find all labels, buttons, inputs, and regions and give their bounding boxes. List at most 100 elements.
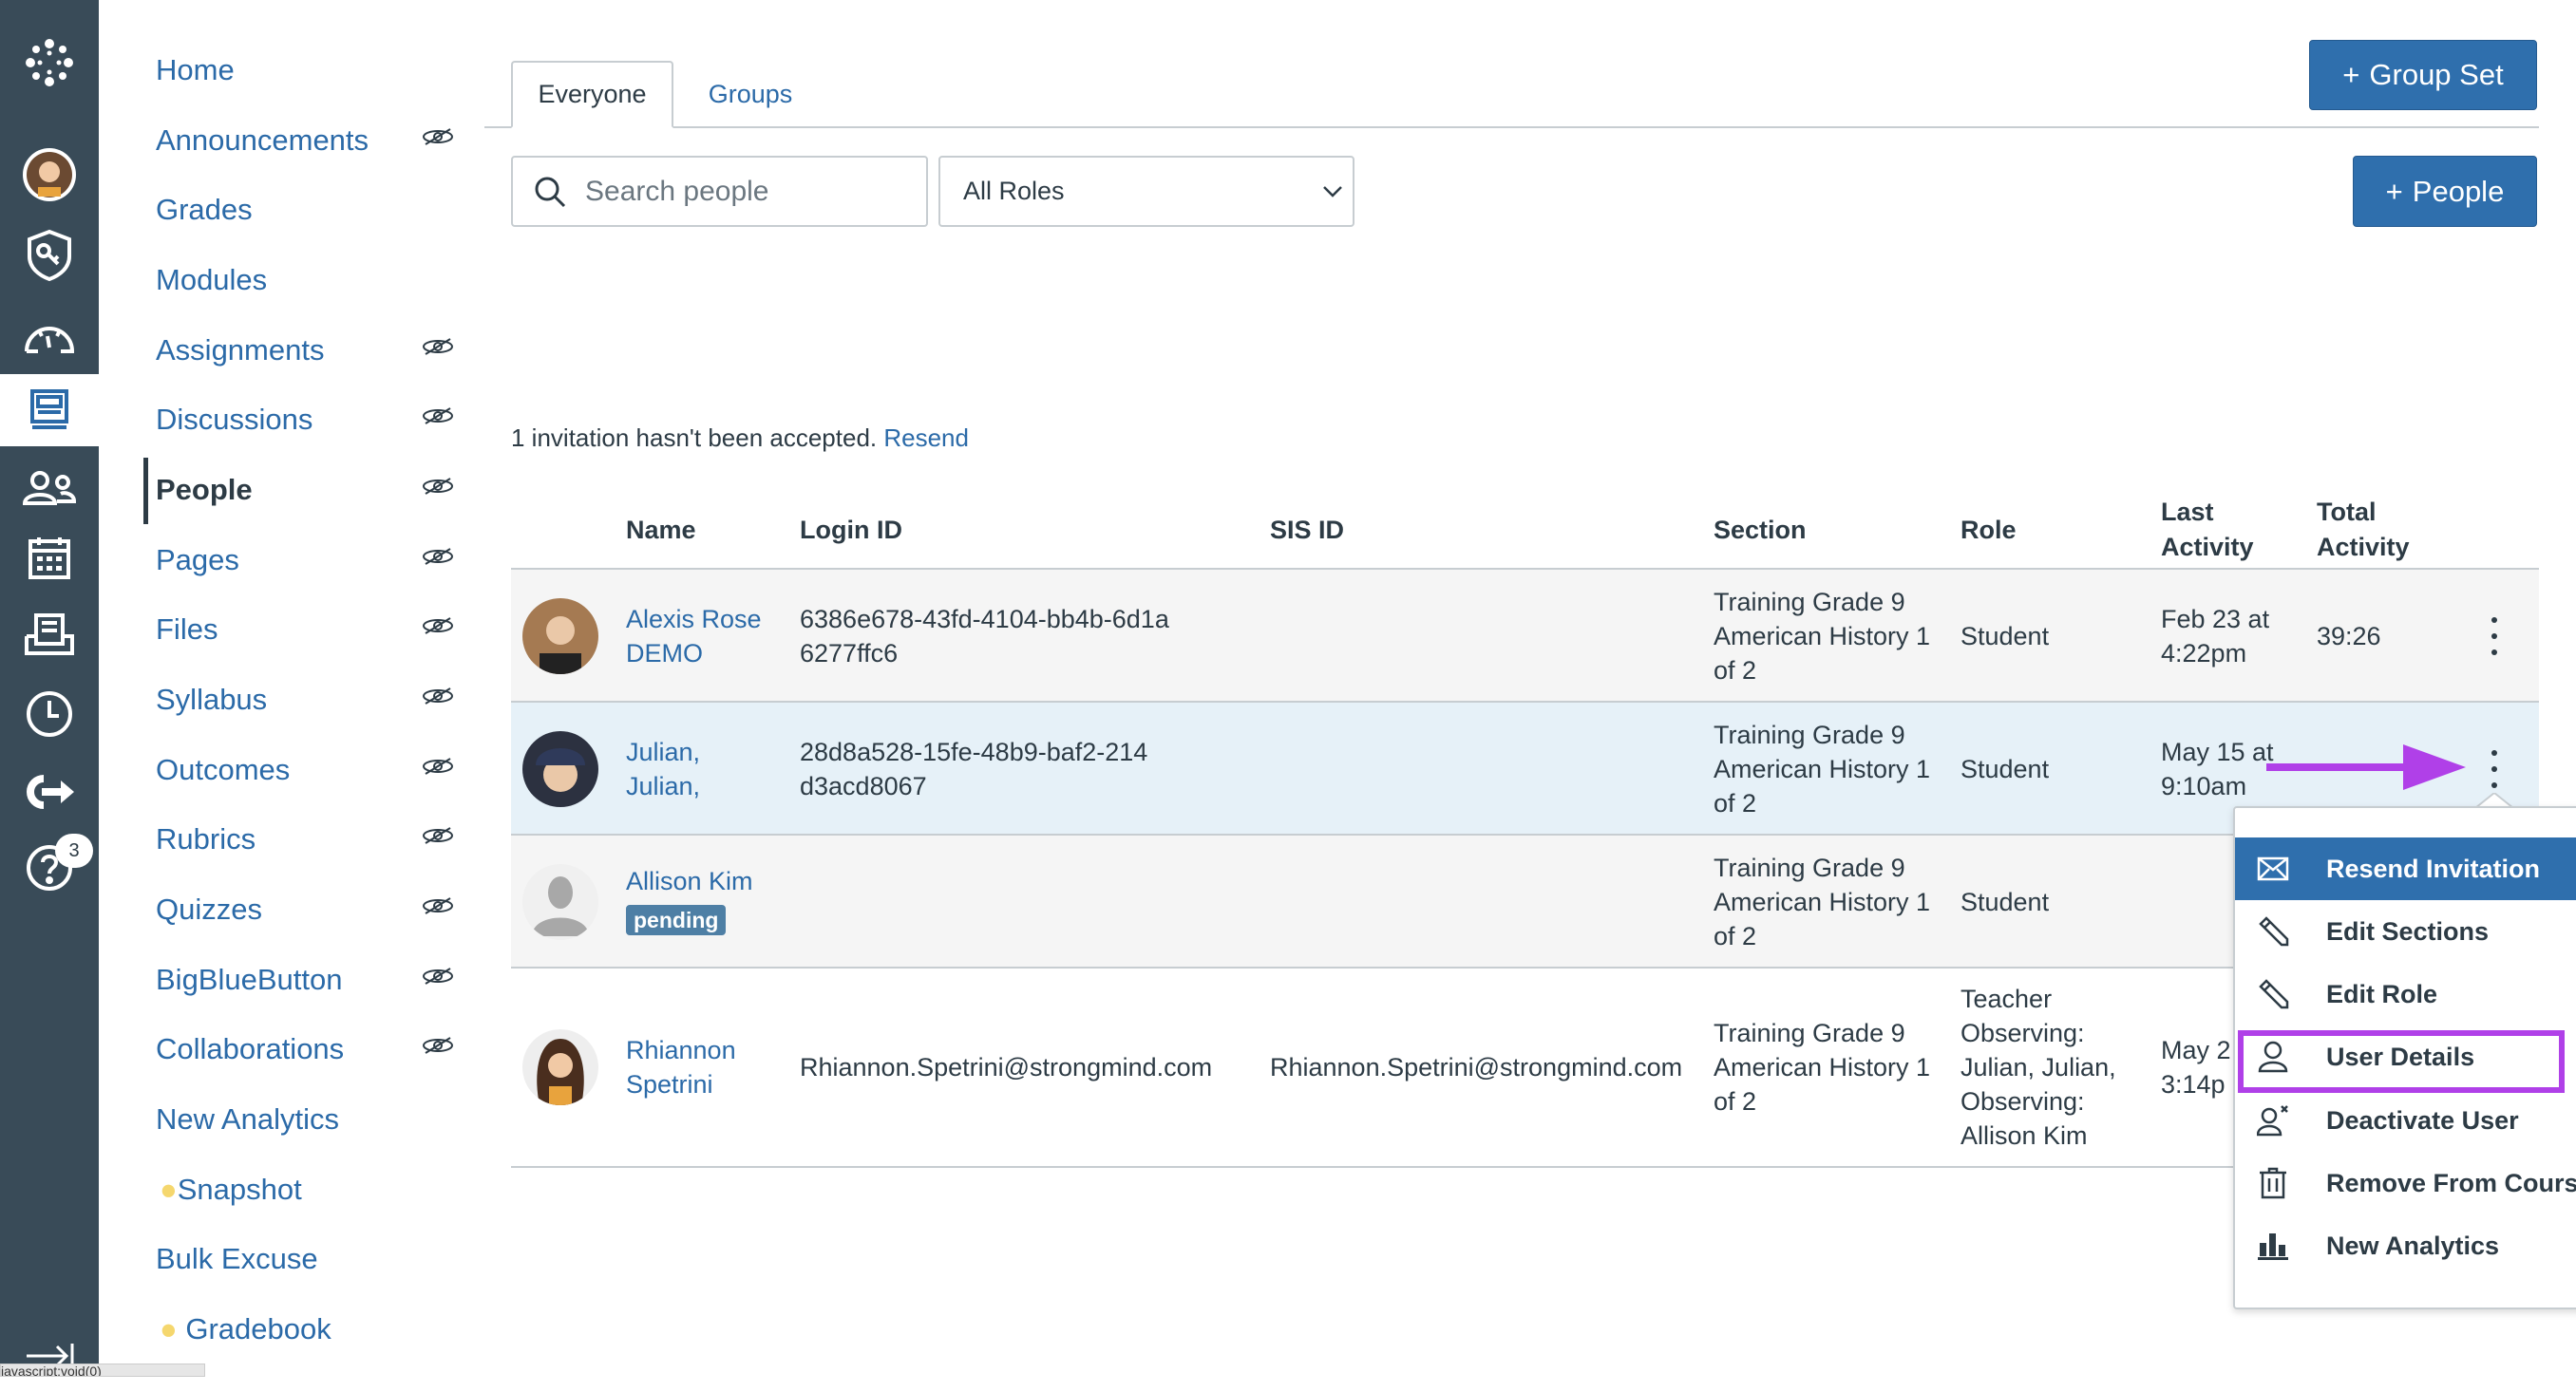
groups-icon[interactable] bbox=[0, 452, 99, 524]
lightbulb-icon: ● bbox=[160, 1312, 186, 1345]
lightbulb-icon: ● bbox=[160, 1173, 178, 1206]
course-nav-modules[interactable]: Modules bbox=[156, 263, 267, 297]
user-name-link[interactable]: Alexis Rose DEMO bbox=[626, 602, 768, 670]
course-nav-grades[interactable]: Grades bbox=[156, 193, 253, 227]
menu-item-edit-sections[interactable]: Edit Sections bbox=[2235, 900, 2576, 963]
tab-groups[interactable]: Groups bbox=[693, 61, 807, 128]
menu-item-new-analytics[interactable]: New Analytics bbox=[2235, 1214, 2576, 1277]
plus-icon: + bbox=[2342, 58, 2360, 91]
row-options-kebab[interactable] bbox=[2487, 617, 2502, 655]
table-row: Alexis Rose DEMO 6386e678-43fd-4104-bb4b… bbox=[511, 570, 2539, 703]
section: Training Grade 9 American History 1 of 2 bbox=[1714, 588, 1931, 685]
col-total-activity[interactable]: Total Activity bbox=[2317, 495, 2431, 565]
last-activity: May 2 3:14p bbox=[2161, 1036, 2231, 1099]
role: Student bbox=[1960, 755, 2050, 783]
hidden-eye-icon bbox=[423, 548, 453, 565]
add-people-button[interactable]: + People bbox=[2353, 156, 2537, 227]
role: Student bbox=[1960, 622, 2050, 650]
user-name-link[interactable]: Julian, Julian, bbox=[626, 735, 721, 803]
hidden-eye-icon bbox=[423, 897, 453, 914]
section: Training Grade 9 American History 1 of 2 bbox=[1714, 721, 1931, 818]
course-nav-discussions[interactable]: Discussions bbox=[156, 403, 313, 437]
course-nav-home[interactable]: Home bbox=[156, 53, 235, 87]
user-name-link[interactable]: Allison Kim bbox=[626, 864, 753, 898]
course-nav-gradebook[interactable]: ● Gradebook bbox=[160, 1312, 331, 1346]
course-nav-syllabus[interactable]: Syllabus bbox=[156, 683, 267, 717]
col-role[interactable]: Role bbox=[1960, 513, 2017, 548]
search-icon bbox=[535, 177, 566, 207]
col-last-activity[interactable]: Last Activity bbox=[2161, 495, 2275, 565]
menu-item-resend-invitation[interactable]: Resend Invitation bbox=[2235, 837, 2576, 900]
role: Teacher Observing: Julian, Julian, Obser… bbox=[1960, 985, 2116, 1150]
course-nav-bigbluebutton[interactable]: BigBlueButton bbox=[156, 963, 342, 997]
login-id: 28d8a528-15fe-48b9-baf2-214d3acd8067 bbox=[800, 738, 1148, 800]
section: Training Grade 9 American History 1 of 2 bbox=[1714, 1019, 1931, 1116]
course-nav-new-analytics[interactable]: New Analytics bbox=[156, 1102, 339, 1137]
row-options-kebab[interactable] bbox=[2487, 750, 2502, 788]
course-nav-rubrics[interactable]: Rubrics bbox=[156, 822, 256, 856]
role: Student bbox=[1960, 888, 2050, 916]
course-nav-bulk-excuse[interactable]: Bulk Excuse bbox=[156, 1242, 318, 1276]
login-id: 6386e678-43fd-4104-bb4b-6d1a6277ffc6 bbox=[800, 605, 1169, 668]
add-group-set-button[interactable]: + Group Set bbox=[2309, 40, 2537, 110]
avatar[interactable] bbox=[522, 731, 598, 807]
search-input[interactable]: Search people bbox=[585, 176, 768, 208]
resend-link[interactable]: Resend bbox=[883, 423, 969, 452]
chevron-down-icon bbox=[1323, 185, 1342, 198]
course-nav-files[interactable]: Files bbox=[156, 612, 218, 647]
hidden-eye-icon bbox=[423, 687, 453, 705]
col-sis-id[interactable]: SIS ID bbox=[1270, 513, 1344, 548]
history-icon[interactable] bbox=[0, 678, 99, 750]
login-id: Rhiannon.Spetrini@strongmind.com bbox=[800, 1053, 1213, 1082]
hidden-eye-icon bbox=[423, 478, 453, 495]
course-nav-quizzes[interactable]: Quizzes bbox=[156, 893, 262, 927]
commons-icon[interactable] bbox=[0, 756, 99, 828]
admin-icon[interactable] bbox=[0, 218, 99, 291]
collapse-nav-icon[interactable] bbox=[0, 1320, 99, 1392]
section: Training Grade 9 American History 1 of 2 bbox=[1714, 854, 1931, 950]
pending-badge: pending bbox=[626, 902, 727, 936]
hidden-eye-icon bbox=[423, 617, 453, 634]
sis-id: Rhiannon.Spetrini@strongmind.com bbox=[1270, 1053, 1683, 1082]
last-activity: Feb 23 at 4:22pm bbox=[2161, 605, 2270, 668]
user-name-link[interactable]: Rhiannon Spetrini bbox=[626, 1033, 768, 1101]
avatar[interactable] bbox=[522, 1029, 598, 1105]
active-indicator bbox=[143, 458, 148, 524]
envelope-icon bbox=[2257, 856, 2289, 881]
menu-item-deactivate-user[interactable]: Deactivate User bbox=[2235, 1089, 2576, 1152]
course-nav-pages[interactable]: Pages bbox=[156, 543, 239, 577]
annotation-arrow-icon bbox=[2266, 744, 2466, 790]
user-x-icon bbox=[2257, 1105, 2288, 1137]
menu-item-remove-from-course[interactable]: Remove From Course bbox=[2235, 1152, 2576, 1214]
hidden-eye-icon bbox=[423, 407, 453, 424]
help-badge: 3 bbox=[55, 834, 93, 868]
avatar[interactable] bbox=[522, 864, 598, 940]
hidden-eye-icon bbox=[423, 338, 453, 355]
col-section[interactable]: Section bbox=[1714, 513, 1807, 548]
course-nav-people[interactable]: People bbox=[156, 473, 253, 507]
search-people-field[interactable]: Search people bbox=[511, 156, 928, 227]
course-nav-collaborations[interactable]: Collaborations bbox=[156, 1032, 344, 1066]
col-login-id[interactable]: Login ID bbox=[800, 513, 902, 548]
tab-everyone[interactable]: Everyone bbox=[511, 61, 673, 128]
dashboard-icon[interactable] bbox=[0, 302, 99, 374]
courses-icon[interactable] bbox=[0, 374, 99, 446]
logo-icon[interactable] bbox=[0, 27, 99, 99]
user-details-annotation-box bbox=[2238, 1030, 2565, 1093]
col-name[interactable]: Name bbox=[626, 513, 696, 548]
course-nav-announcements[interactable]: Announcements bbox=[156, 123, 369, 158]
hidden-eye-icon bbox=[423, 827, 453, 844]
course-nav-assignments[interactable]: Assignments bbox=[156, 333, 324, 367]
course-nav-outcomes[interactable]: Outcomes bbox=[156, 753, 290, 787]
inbox-icon[interactable] bbox=[0, 598, 99, 670]
hidden-eye-icon bbox=[423, 1037, 453, 1054]
invitation-notice: 1 invitation hasn't been accepted. Resen… bbox=[511, 423, 969, 452]
account-avatar[interactable] bbox=[0, 139, 99, 211]
avatar[interactable] bbox=[522, 598, 598, 674]
roles-select[interactable]: All Roles bbox=[938, 156, 1354, 227]
pencil-icon bbox=[2259, 916, 2289, 947]
course-nav-snapshot[interactable]: ●Snapshot bbox=[160, 1173, 302, 1207]
menu-item-edit-role[interactable]: Edit Role bbox=[2235, 963, 2576, 1025]
browser-status-bar: javascript:void(0) bbox=[0, 1364, 205, 1377]
calendar-icon[interactable] bbox=[0, 522, 99, 594]
